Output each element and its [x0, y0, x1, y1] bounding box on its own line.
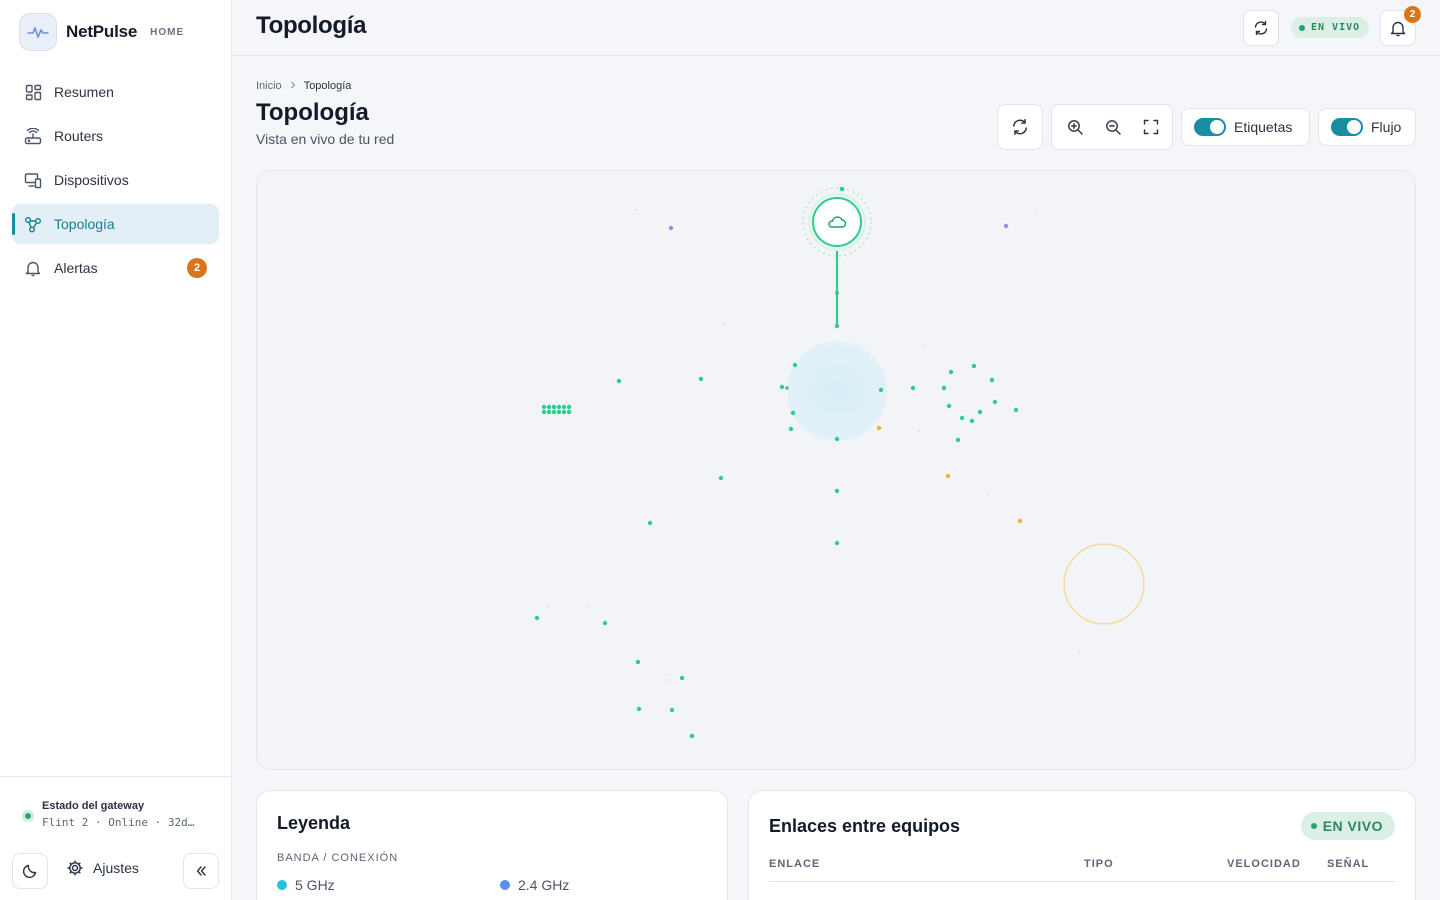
netpulse-logo-icon [19, 13, 57, 51]
column-header-senal[interactable]: SEÑAL [1327, 858, 1369, 870]
bell-icon [1390, 21, 1406, 36]
zoom-in-icon [1067, 119, 1083, 135]
alert-count-badge: 2 [187, 258, 207, 278]
flow-toggle[interactable]: Flujo [1318, 108, 1416, 146]
links-live-badge: EN VIVO [1300, 812, 1395, 840]
grid-icon [24, 83, 42, 101]
zoom-out-button[interactable] [1094, 108, 1132, 146]
warning-highlight-ring [1063, 543, 1145, 625]
settings-label: Ajustes [93, 860, 139, 876]
chevrons-left-icon [196, 866, 206, 876]
brand-tag: HOME [150, 26, 185, 38]
legend-title: Leyenda [277, 813, 351, 833]
legend-item-label: 2.4 GHz [518, 877, 570, 893]
legend-section-label: BANDA / CONEXIÓN [277, 852, 399, 864]
sidebar-item-label: Resumen [54, 84, 114, 100]
reset-layout-button[interactable] [997, 104, 1043, 150]
chevron-right-icon [290, 80, 296, 92]
fullscreen-icon [1143, 119, 1159, 135]
gear-icon [67, 860, 83, 876]
sidebar-item-label: Routers [54, 128, 104, 144]
breadcrumb-current: Topología [303, 80, 352, 92]
warning-nodes[interactable] [876, 425, 1023, 524]
legend-swatch [500, 880, 510, 890]
devices-icon [24, 171, 42, 189]
sidebar-item-alertas[interactable]: Alertas 2 [12, 248, 219, 288]
fit-view-button[interactable] [1132, 108, 1170, 146]
notification-count-badge: 2 [1404, 6, 1421, 23]
links-card: Enlaces entre equipos EN VIVO ENLACE TIP… [748, 790, 1416, 900]
brand-name: NetPulse [66, 22, 138, 41]
sidebar-item-label: Topología [54, 216, 115, 232]
topology-canvas[interactable] [256, 170, 1416, 770]
router-icon [24, 127, 42, 145]
refresh-icon [1254, 20, 1268, 36]
live-dot [1299, 24, 1305, 31]
background-particles [547, 209, 1080, 681]
links-title: Enlaces entre equipos [769, 816, 961, 836]
topology-graph[interactable] [257, 171, 1416, 770]
legend-item-24ghz: 2.4 GHz [500, 877, 569, 893]
sidebar-footer: Estado del gateway Flint 2 · Online · 32… [0, 776, 231, 900]
live-status-label: EN VIVO [1311, 22, 1361, 33]
sidebar-item-topologia[interactable]: Topología [12, 204, 219, 244]
device-cluster[interactable] [541, 404, 572, 415]
flow-switch[interactable] [1331, 118, 1363, 136]
gateway-status-text: Flint 2 · Online · 32d… [42, 816, 195, 829]
refresh-icon [1013, 118, 1027, 136]
notifications-button[interactable]: 2 [1380, 6, 1421, 46]
labels-toggle[interactable]: Etiquetas [1181, 108, 1310, 146]
column-header-enlace[interactable]: ENLACE [769, 858, 820, 870]
legend-item-5ghz: 5 GHz [277, 877, 335, 893]
collapse-sidebar-button[interactable] [183, 853, 219, 889]
labels-switch[interactable] [1194, 118, 1226, 136]
device-nodes[interactable] [534, 362, 1019, 739]
sidebar-item-label: Dispositivos [54, 172, 129, 188]
page-subtitle: Vista en vivo de tu red [256, 131, 395, 147]
top-bar: Topología EN VIVO 2 [232, 0, 1440, 56]
settings-button[interactable]: Ajustes [66, 859, 139, 877]
router-hub[interactable] [787, 341, 887, 441]
zoom-controls [1051, 104, 1173, 150]
table-header-divider [769, 881, 1395, 882]
sidebar-item-routers[interactable]: Routers [12, 116, 219, 156]
column-header-tipo[interactable]: TIPO [1084, 858, 1114, 870]
refresh-button[interactable] [1243, 10, 1279, 46]
breadcrumb-home[interactable]: Inicio [256, 80, 282, 92]
legend-swatch [277, 880, 287, 890]
legend-card: Leyenda BANDA / CONEXIÓN 5 GHz 2.4 GHz [256, 790, 728, 900]
links-live-label: EN VIVO [1322, 818, 1383, 834]
sidebar: NetPulse HOME Resumen Routers Dispositiv… [0, 0, 232, 900]
zoom-in-button[interactable] [1056, 108, 1094, 146]
legend-item-label: 5 GHz [295, 877, 335, 893]
sidebar-item-resumen[interactable]: Resumen [12, 72, 219, 112]
sidebar-nav: Resumen Routers Dispositivos Topología A… [12, 72, 219, 292]
breadcrumb: Inicio Topología [256, 80, 351, 92]
topology-icon [24, 215, 42, 233]
bell-icon [24, 259, 42, 277]
gateway-status-title: Estado del gateway [42, 800, 145, 812]
labels-toggle-label: Etiquetas [1234, 119, 1293, 135]
flow-toggle-label: Flujo [1371, 119, 1402, 135]
live-dot [1310, 823, 1317, 829]
sidebar-item-label: Alertas [54, 260, 98, 276]
top-bar-title: Topología [256, 12, 367, 39]
sidebar-item-dispositivos[interactable]: Dispositivos [12, 160, 219, 200]
column-header-velocidad[interactable]: VELOCIDAD [1227, 858, 1301, 870]
zoom-out-icon [1105, 119, 1121, 135]
live-status-badge: EN VIVO [1291, 17, 1370, 38]
moon-icon [22, 864, 37, 879]
theme-toggle-button[interactable] [12, 853, 48, 889]
gateway-status-dot [22, 810, 34, 822]
page-title: Topología [256, 99, 369, 126]
internet-node[interactable] [802, 186, 872, 257]
brand[interactable]: NetPulse HOME [19, 13, 184, 51]
